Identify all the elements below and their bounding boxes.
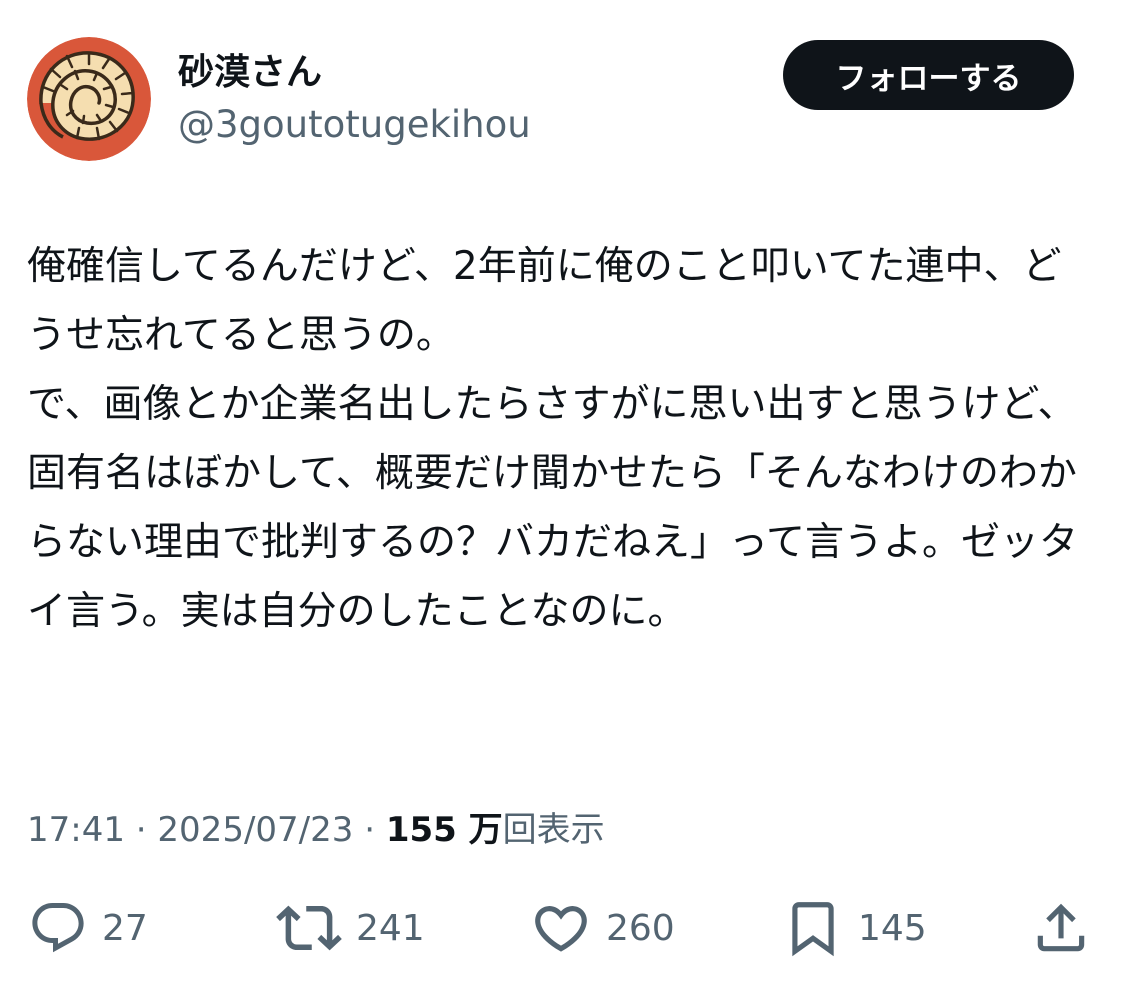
views-count: 155 万 <box>385 810 503 850</box>
tweet-time[interactable]: 17:41 <box>27 810 125 850</box>
tweet-date[interactable]: 2025/07/23 <box>157 810 353 850</box>
repost-count: 241 <box>356 907 425 949</box>
avatar[interactable] <box>27 37 151 161</box>
heart-icon <box>535 906 587 952</box>
like-button[interactable]: 260 <box>530 895 675 961</box>
share-upload-icon <box>1037 903 1085 952</box>
tweet-meta: 17:41 · 2025/07/23 · 155 万回表示 <box>27 806 605 854</box>
repost-button[interactable]: 241 <box>276 895 425 961</box>
reply-button[interactable]: 27 <box>28 895 148 961</box>
meta-separator: · <box>124 810 158 850</box>
bookmark-icon <box>792 902 834 957</box>
bookmark-count: 145 <box>858 907 927 949</box>
speech-bubble-icon <box>32 903 84 953</box>
ammonite-shell-avatar-icon <box>27 37 151 161</box>
meta-separator: · <box>353 810 386 850</box>
like-count: 260 <box>606 907 675 949</box>
repost-arrows-icon <box>276 905 342 951</box>
follow-button[interactable]: フォローする <box>783 40 1074 110</box>
display-name[interactable]: 砂漠さん <box>178 48 322 98</box>
user-handle[interactable]: @3goutotugekihou <box>178 100 531 150</box>
share-button[interactable] <box>1030 895 1092 961</box>
views-label: 回表示 <box>502 810 605 850</box>
tweet-text: 俺確信してるんだけど、2年前に俺のこと叩いてた連中、どうせ忘れてると思うの。 で… <box>27 244 1079 634</box>
bookmark-button[interactable]: 145 <box>782 895 927 961</box>
reply-count: 27 <box>102 907 148 949</box>
